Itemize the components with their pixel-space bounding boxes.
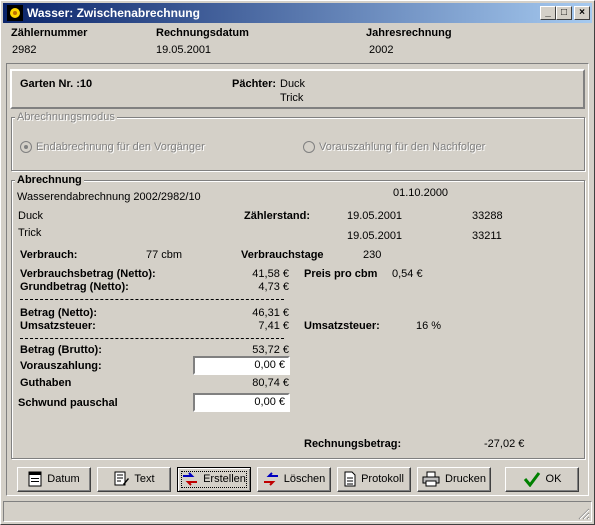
name-2: Trick (18, 227, 42, 239)
zaehlerstand-date-1: 19.05.2001 (347, 210, 403, 222)
divider-2 (20, 338, 284, 339)
betrag-brutto-value: 53,72 € (252, 344, 289, 356)
jahresrechnung-label: Jahresrechnung (366, 27, 452, 39)
radio-vorauszahlung[interactable] (303, 141, 315, 153)
protokoll-button[interactable]: Protokoll (337, 467, 411, 492)
preis-value: 0,54 € (392, 268, 423, 280)
verbrauchstage-value: 230 (363, 249, 382, 261)
protokoll-button-label: Protokoll (361, 473, 404, 485)
edit-document-icon (114, 471, 130, 486)
minimize-icon: _ (545, 7, 551, 18)
umsatzsteuer-label: Umsatzsteuer: (20, 320, 96, 332)
guthaben-label: Guthaben (20, 377, 72, 389)
drucken-button[interactable]: Drucken (417, 467, 491, 492)
maximize-button[interactable]: □ (556, 6, 572, 20)
rechnungsdatum-label: Rechnungsdatum (156, 27, 249, 39)
app-icon (7, 5, 23, 21)
checkmark-icon (523, 472, 540, 488)
printer-icon (422, 471, 440, 487)
verbrauch-label: Verbrauch: (20, 249, 78, 261)
text-button[interactable]: Text (97, 467, 171, 492)
zaehlerstand-value-1: 33288 (472, 210, 503, 222)
grundbetrag-label: Grundbetrag (Netto): (20, 281, 129, 293)
document-icon (344, 471, 356, 487)
radio-endabrechnung[interactable] (20, 141, 32, 153)
rechnungsbetrag-value: -27,02 € (484, 438, 525, 450)
zaehlernummer-label: Zählernummer (11, 27, 88, 39)
abrechnung-date: 01.10.2000 (393, 187, 449, 199)
radio-vorauszahlung-label: Vorauszahlung für den Nachfolger (319, 141, 486, 153)
resize-grip-icon[interactable] (578, 508, 590, 520)
verbrauch-value: 77 cbm (146, 249, 183, 261)
umsatzsteuer-satz-label: Umsatzsteuer: (304, 320, 380, 332)
title-bar[interactable]: Wasser: Zwischenabrechnung _ □ × (3, 3, 592, 23)
paechter-label: Pächter: (232, 78, 277, 90)
paechter-name-2: Trick (280, 92, 304, 104)
name-1: Duck (18, 210, 44, 222)
loeschen-button-label: Löschen (283, 473, 326, 485)
datum-button-label: Datum (47, 473, 80, 485)
drucken-button-label: Drucken (445, 473, 486, 485)
betrag-netto-label: Betrag (Netto): (20, 307, 97, 319)
schwund-input[interactable]: 0,00 € (193, 393, 290, 412)
ok-button-label: OK (545, 473, 562, 485)
zaehlerstand-label: Zählerstand: (244, 210, 311, 222)
umsatzsteuer-value: 7,41 € (258, 320, 289, 332)
divider-1 (20, 299, 284, 300)
rechnungsbetrag-label: Rechnungsbetrag: (304, 438, 402, 450)
zaehlerstand-value-2: 33211 (472, 230, 502, 242)
datum-button[interactable]: Datum (17, 467, 91, 492)
betrag-brutto-label: Betrag (Brutto): (20, 344, 102, 356)
radio-endabrechnung-label: Endabrechnung für den Vorgänger (36, 141, 205, 153)
close-button[interactable]: × (574, 6, 590, 20)
abrechnung-label: Abrechnung (15, 174, 84, 186)
maximize-icon: □ (560, 7, 568, 18)
zaehlernummer-value: 2982 (12, 44, 37, 56)
schwund-label: Schwund pauschal (18, 397, 118, 409)
ok-button[interactable]: OK (505, 467, 579, 492)
vorauszahlung-label: Vorauszahlung: (20, 360, 102, 372)
guthaben-value: 80,74 € (252, 377, 289, 389)
jahresrechnung-value: 2002 (369, 44, 394, 56)
verbrauchstage-label: Verbrauchstage (241, 249, 324, 261)
abrechnungsmodus-label: Abrechnungsmodus (15, 111, 117, 123)
abrechnung-title: Wasserendabrechnung 2002/2982/10 (17, 191, 201, 203)
calendar-icon (28, 471, 42, 487)
paechter-name-1: Duck (280, 78, 306, 90)
rechnungsdatum-value: 19.05.2001 (156, 44, 212, 56)
focus-rect (181, 471, 247, 488)
verbrauchsbetrag-value: 41,58 € (252, 268, 289, 280)
text-button-label: Text (134, 473, 155, 485)
erstellen-button[interactable]: Erstellen (177, 467, 251, 492)
verbrauchsbetrag-label: Verbrauchsbetrag (Netto): (20, 268, 156, 280)
umsatzsteuer-satz-value: 16 % (416, 320, 442, 332)
main-window: Wasser: Zwischenabrechnung _ □ × Zählern… (0, 0, 595, 525)
garten-label: Garten Nr. :10 (20, 78, 93, 90)
delete-arrows-icon (263, 472, 278, 486)
grundbetrag-value: 4,73 € (258, 281, 289, 293)
betrag-netto-value: 46,31 € (252, 307, 289, 319)
vorauszahlung-input[interactable]: 0,00 € (193, 356, 290, 375)
window-title: Wasser: Zwischenabrechnung (27, 6, 200, 20)
close-icon: × (579, 7, 585, 18)
preis-label: Preis pro cbm (304, 268, 378, 280)
status-bar (3, 501, 592, 522)
minimize-button[interactable]: _ (540, 6, 556, 20)
loeschen-button[interactable]: Löschen (257, 467, 331, 492)
zaehlerstand-date-2: 19.05.2001 (347, 230, 403, 242)
